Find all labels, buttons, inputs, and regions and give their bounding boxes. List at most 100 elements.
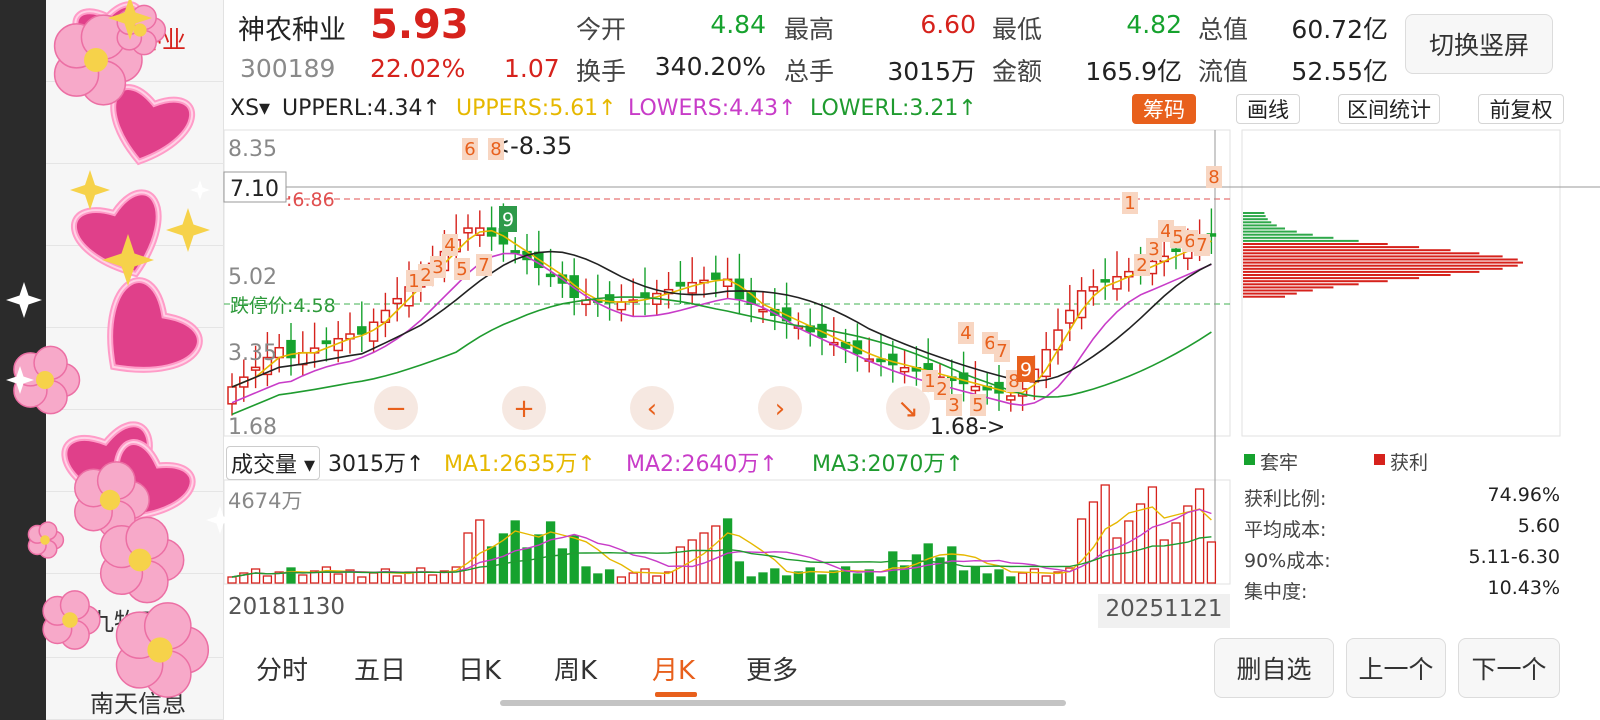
stat-row: 获利比例: 74.96% [1244,484,1560,515]
stat-value: 5.60 [1517,515,1560,537]
stat-row: 集中度: 10.43% [1244,577,1560,608]
volume-bar [758,572,768,584]
chip-distribution-bar [1243,255,1503,258]
candle-body [970,385,981,392]
profit-label: 获利 [1390,452,1429,474]
candle-body [1100,279,1110,283]
td-count-number: 5 [972,395,983,416]
chip-distribution-bar [1243,274,1451,276]
chip-distribution-bar [1243,239,1359,242]
candle-body [1065,309,1075,324]
y-tick-label: 5.02 [228,265,277,290]
volume-bar [1006,576,1016,584]
volume-bar [734,561,745,584]
candle-body [616,301,627,311]
profit-swatch [1374,454,1385,465]
chip-distribution-bar [1243,215,1266,218]
volume-bar [250,568,261,584]
volume-bar [427,574,438,584]
td-count-number: 5 [456,259,467,280]
chips-stats: 获利比例: 74.96% 平均成本: 5.60 90%成本: 5.11-6.30 集中… [1244,484,1560,608]
chip-distribution-bar [1243,236,1334,239]
candle-body [899,366,910,373]
volume-bar [1135,503,1146,584]
tab-five-day[interactable]: 五日 [354,650,406,687]
td-nine-number: 9 [1020,359,1032,381]
volume-bar [333,573,343,584]
tab-more[interactable]: 更多 [746,650,798,687]
candle-body [1053,329,1063,351]
chip-distribution-bar [1243,230,1297,233]
volume-bar [1194,488,1205,584]
volume-bar [368,572,379,584]
chip-distribution-bar [1243,212,1265,214]
y-tick-label: 1.68 [228,415,277,440]
remove-watchlist-button[interactable]: 删自选 [1214,638,1334,698]
candle-body [357,326,367,335]
tab-minute[interactable]: 分时 [256,650,308,687]
candle-body [392,297,402,305]
volume-bar [970,566,981,584]
tab-daily-k[interactable]: 日K [458,650,501,687]
chip-distribution-bar [1243,246,1420,249]
candle-body [545,273,556,278]
active-tab-indicator [655,692,697,697]
td-count-number: 3 [432,257,443,278]
chip-distribution-bar [1243,218,1268,221]
chart-nav-icon: + [513,394,535,424]
volume-bar [781,575,792,584]
stat-value: 5.11-6.30 [1468,546,1560,568]
candle-body [687,281,697,294]
chip-distribution-bar [1243,233,1313,236]
volume-bar [1017,572,1028,584]
volume-bar [392,575,402,584]
chip-distribution-bar [1243,270,1480,273]
volume-bar [593,573,603,584]
volume-bar [817,574,827,584]
candle-body [510,250,520,254]
volume-bar [522,547,532,584]
volume-bar [923,543,933,584]
stat-value: 74.96% [1487,484,1560,506]
candle-body [675,281,686,287]
volume-bar [628,572,638,584]
chip-distribution-bar [1243,243,1388,245]
y-tick-label: 7.10 [230,177,279,202]
volume-y-label: 4674万 [228,489,302,513]
stat-label: 平均成本: [1244,519,1327,541]
candle-body [640,292,650,298]
chip-distribution-bar [1243,227,1286,230]
volume-ma2: MA2:2640万↑ [626,452,778,477]
stat-label: 集中度: [1244,581,1308,603]
volume-bar [876,576,886,584]
next-stock-button[interactable]: 下一个 [1458,638,1560,698]
chip-distribution-bar [1243,221,1272,224]
tab-weekly-k[interactable]: 周K [554,650,597,687]
tab-monthly-k[interactable]: 月K [652,650,695,687]
chip-distribution-bar [1243,283,1359,286]
previous-stock-button[interactable]: 上一个 [1346,638,1446,698]
volume-bar [569,535,579,584]
volume-bar [770,568,780,584]
candle-body [758,308,768,313]
volume-bar [1029,568,1040,584]
candle-body [1088,286,1099,292]
candle-body [321,340,332,345]
volume-bar [545,521,556,584]
volume-bar [1147,486,1158,584]
volume-selector[interactable]: 成交量 ▾ [226,446,321,480]
td-nine-number: 9 [502,209,514,231]
horizontal-scrollbar[interactable] [500,700,1066,706]
limit-up-label: :6.86 [286,189,335,211]
volume-bar [357,576,367,584]
volume-bar [1171,522,1181,584]
td-count-number: 4 [960,323,971,344]
chip-distribution-bar [1243,252,1480,255]
start-date: 20181130 [228,594,346,620]
chip-distribution-bar [1243,258,1518,261]
period-tabs: 分时 五日 日K 周K 月K 更多 [224,640,1204,720]
td-count-number: 7 [478,255,489,276]
volume-bar [722,518,733,584]
volume-bar [982,573,992,584]
volume-bar [616,576,627,584]
